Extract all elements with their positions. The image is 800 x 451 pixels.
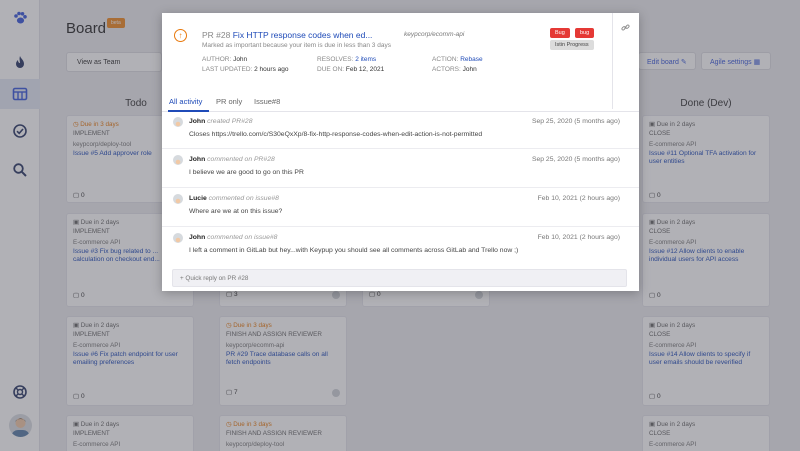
activity-item: John commented on issue#8 Feb 10, 2021 (… [162,228,639,265]
avatar [173,155,183,165]
avatar [173,117,183,127]
activity-body: I believe we are good to go on this PR [189,169,304,176]
repo-name[interactable]: keypcorp/ecomm-api [404,31,464,38]
author-meta: AUTHOR: John [202,56,248,63]
header-divider [612,13,613,109]
pull-request-priority-icon: ↑ [174,29,187,42]
activity-header: John created PR#28 [189,118,253,125]
pr-title[interactable]: PR #28 Fix HTTP response codes when ed..… [202,30,372,40]
resolves-meta: RESOLVES: 2 items [317,56,377,63]
tab-pr-only[interactable]: PR only [216,97,242,106]
importance-reason: Marked as important because your item is… [202,42,391,49]
due-meta: DUE ON: Feb 12, 2021 [317,66,385,73]
activity-header: John commented on issue#8 [189,234,278,241]
avatar [173,194,183,204]
activity-date: Sep 25, 2020 (5 months ago) [531,156,620,163]
action-meta: ACTION: Rebase [432,56,483,63]
quick-reply-input[interactable]: + Quick reply on PR #28 [172,269,627,287]
pr-number: PR #28 [202,30,231,40]
actors-meta: ACTORS: John [432,66,477,73]
link-icon[interactable] [621,19,630,37]
activity-header: John commented on PR#28 [189,156,275,163]
label-tag: Bug [550,28,570,38]
activity-date: Feb 10, 2021 (2 hours ago) [537,234,620,241]
avatar [173,233,183,243]
updated-meta: LAST UPDATED: 2 hours ago [202,66,289,73]
activity-header: Lucie commented on issue#8 [189,195,279,202]
activity-body: I left a comment in GitLab but hey...wit… [189,247,519,254]
pr-title-text: Fix HTTP response codes when ed... [232,30,373,40]
activity-item: Lucie commented on issue#8 Feb 10, 2021 … [162,189,639,227]
activity-date: Feb 10, 2021 (2 hours ago) [537,195,620,202]
activity-item: John commented on PR#28 Sep 25, 2020 (5 … [162,150,639,188]
tab-issue-8[interactable]: Issue#8 [254,97,280,106]
activity-date: Sep 25, 2020 (5 months ago) [531,118,620,125]
tab-all-activity[interactable]: All activity [169,97,202,106]
activity-item: John created PR#28 Sep 25, 2020 (5 month… [162,112,639,149]
activity-body: Where are we at on this issue? [189,208,283,215]
action-link[interactable]: Rebase [460,56,482,63]
label-tag: bug [575,28,595,38]
status-tag: Istin Progress [550,40,594,50]
resolves-link[interactable]: 2 items [355,56,376,63]
activity-body: Closes https://trello.com/c/S30eQxXp/8-f… [189,131,483,138]
